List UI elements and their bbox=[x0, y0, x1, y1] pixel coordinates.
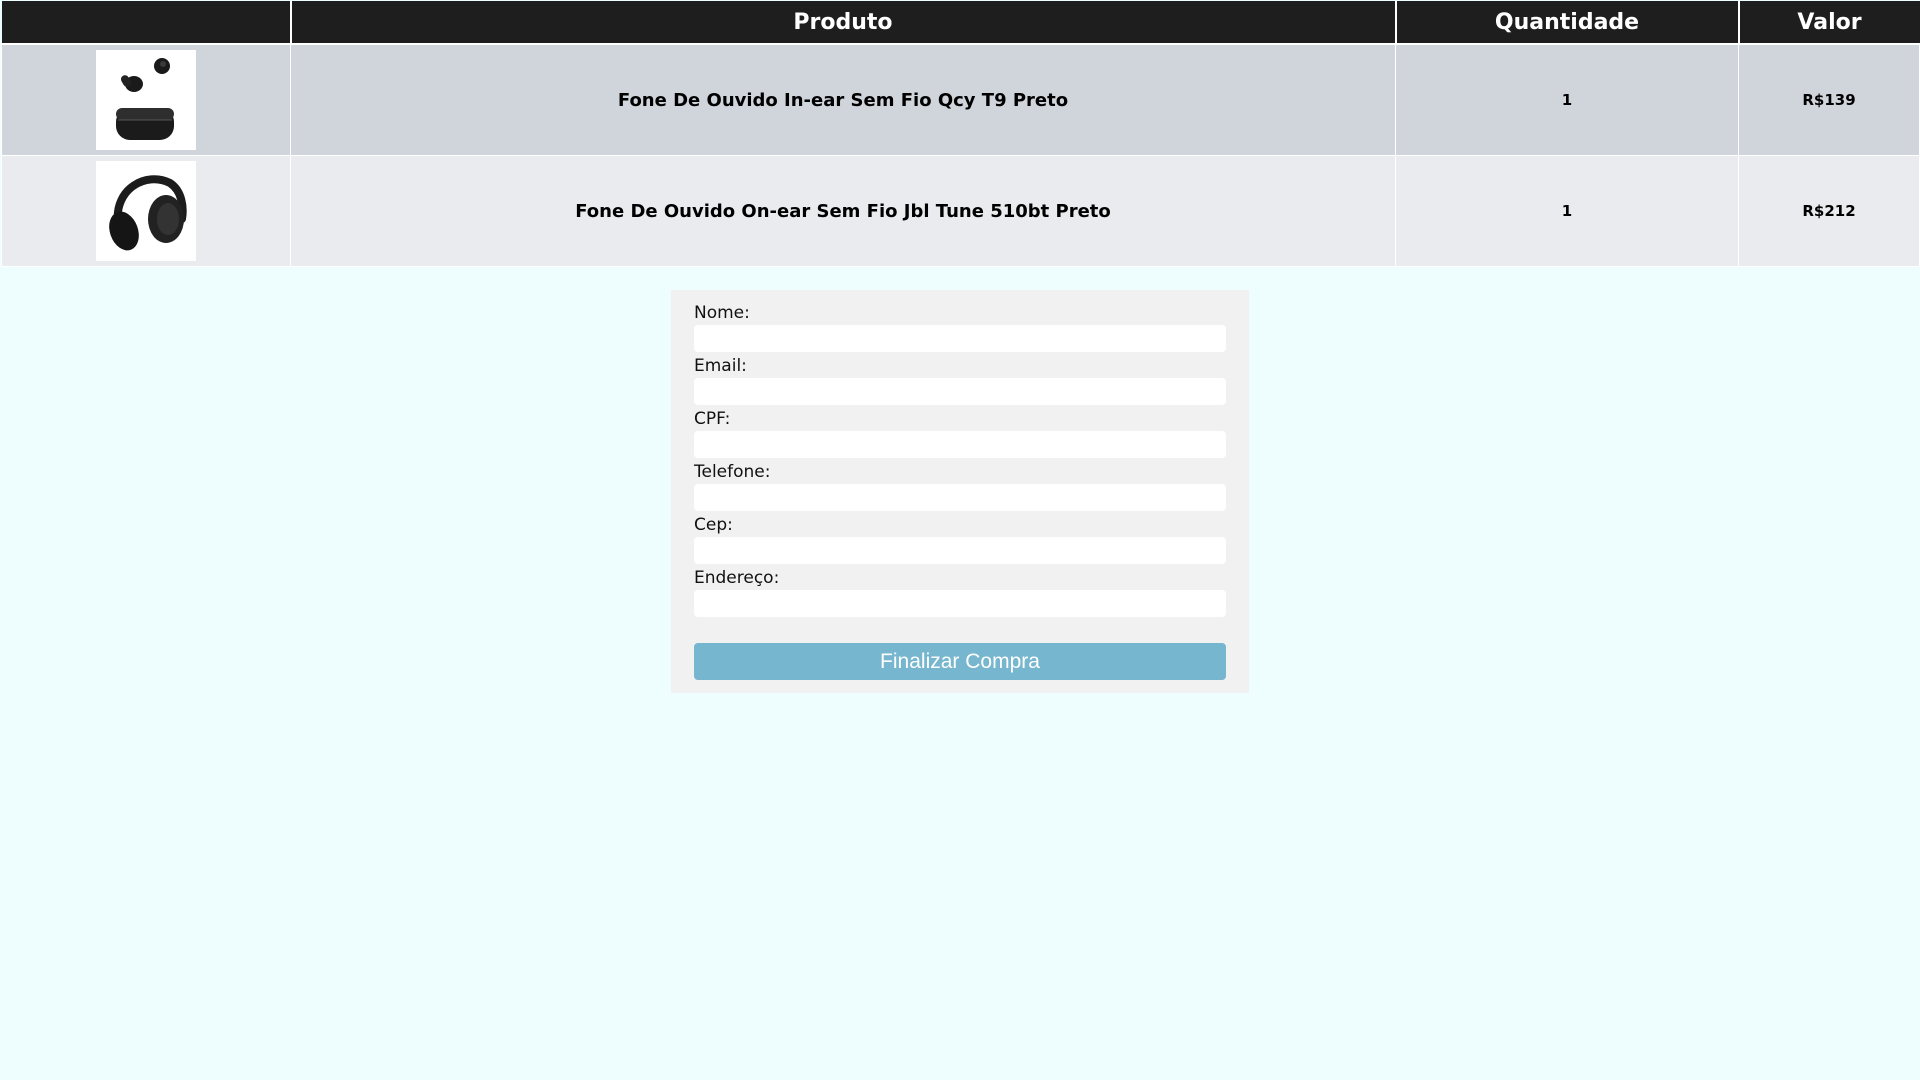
cep-field-group: Cep: bbox=[694, 515, 1227, 565]
header-image bbox=[1, 1, 292, 45]
name-label: Nome: bbox=[694, 303, 750, 323]
header-product: Produto bbox=[289, 1, 1397, 45]
product-image-cell bbox=[1, 43, 291, 156]
product-name: Fone De Ouvido On-ear Sem Fio Jbl Tune 5… bbox=[290, 155, 1396, 267]
phone-field-group: Telefone: bbox=[694, 462, 1227, 512]
product-quantity: 1 bbox=[1395, 43, 1739, 156]
phone-input[interactable] bbox=[694, 484, 1226, 511]
header-price: Valor bbox=[1737, 1, 1920, 45]
address-label: Endereço: bbox=[694, 568, 780, 588]
address-input[interactable] bbox=[694, 590, 1226, 617]
table-header-row: Produto Quantidade Valor bbox=[1, 1, 1920, 45]
name-field-group: Nome: bbox=[694, 303, 1227, 353]
product-price: R$212 bbox=[1738, 155, 1920, 267]
checkout-form: Nome: Email: CPF: Telefone: Cep: Endereç… bbox=[671, 290, 1249, 693]
name-input[interactable] bbox=[694, 325, 1226, 352]
cpf-label: CPF: bbox=[694, 409, 731, 429]
headphones-product-image bbox=[96, 161, 196, 261]
table-row: Fone De Ouvido In-ear Sem Fio Qcy T9 Pre… bbox=[1, 43, 1920, 156]
email-field-group: Email: bbox=[694, 356, 1227, 406]
finalize-purchase-button[interactable]: Finalizar Compra bbox=[694, 643, 1226, 680]
product-name: Fone De Ouvido In-ear Sem Fio Qcy T9 Pre… bbox=[290, 43, 1396, 156]
cep-label: Cep: bbox=[694, 515, 733, 535]
cpf-input[interactable] bbox=[694, 431, 1226, 458]
product-quantity: 1 bbox=[1395, 155, 1739, 267]
address-field-group: Endereço: bbox=[694, 568, 1227, 618]
email-input[interactable] bbox=[694, 378, 1226, 405]
earbuds-product-image bbox=[96, 50, 196, 150]
product-image-cell bbox=[1, 155, 291, 267]
cart-table: Produto Quantidade Valor Fone De Ouvido … bbox=[1, 1, 1920, 267]
cpf-field-group: CPF: bbox=[694, 409, 1227, 459]
email-label: Email: bbox=[694, 356, 747, 376]
table-row: Fone De Ouvido On-ear Sem Fio Jbl Tune 5… bbox=[1, 155, 1920, 267]
cep-input[interactable] bbox=[694, 537, 1226, 564]
header-quantity: Quantidade bbox=[1394, 1, 1740, 45]
phone-label: Telefone: bbox=[694, 462, 771, 482]
product-price: R$139 bbox=[1738, 43, 1920, 156]
